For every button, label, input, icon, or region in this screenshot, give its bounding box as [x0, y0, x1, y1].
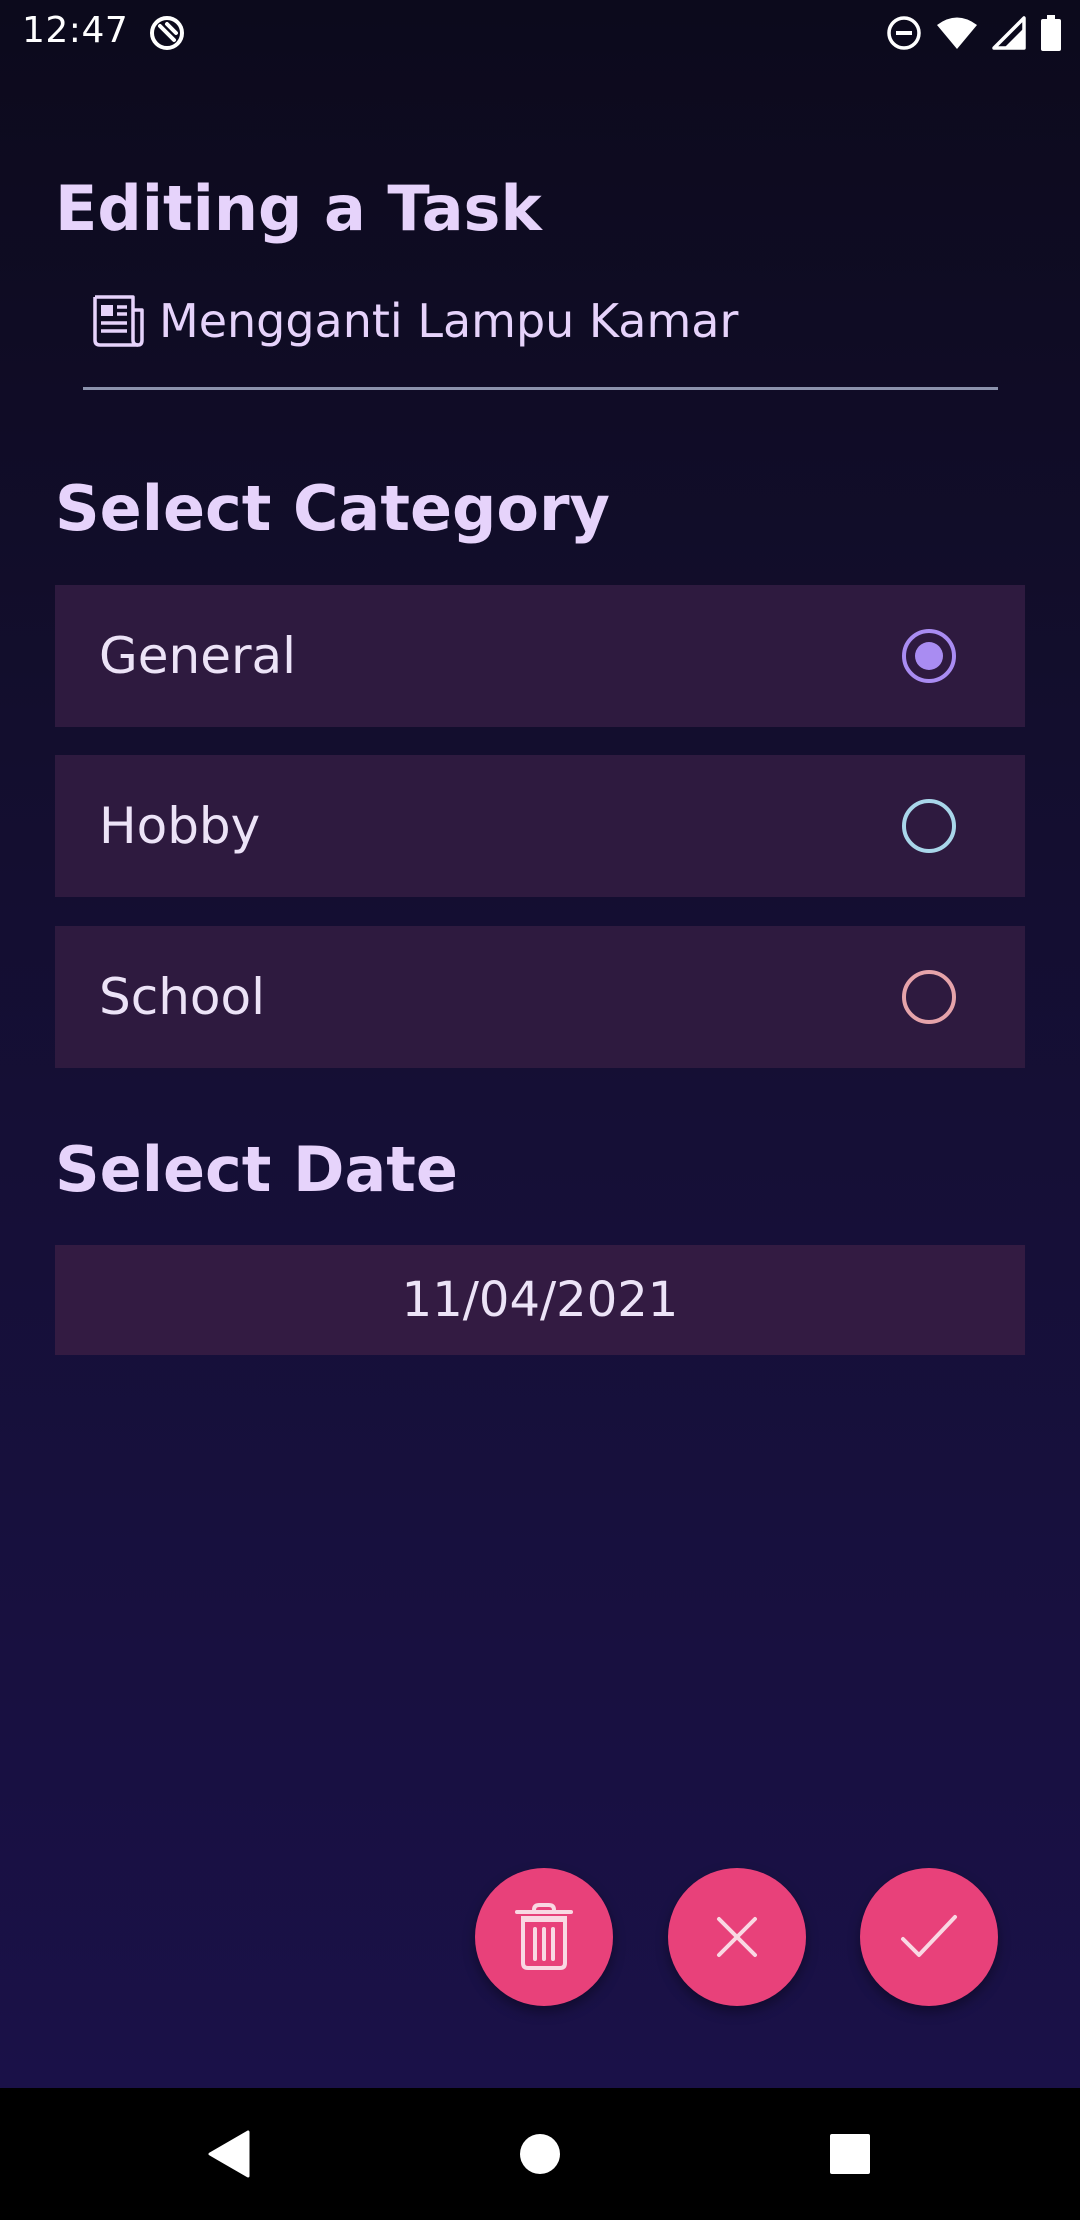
app-screen: 12:47 Editing a Task Mengganti Lampu Kam… [0, 0, 1080, 2088]
radio-selected-dot [915, 642, 943, 670]
home-circle-icon [520, 2134, 560, 2174]
category-option-school[interactable]: School [55, 926, 1025, 1068]
back-triangle-icon [208, 2130, 250, 2178]
confirm-button[interactable] [860, 1868, 998, 2006]
wifi-icon [937, 17, 977, 49]
check-icon [901, 1915, 957, 1957]
page-title: Editing a Task [55, 172, 542, 245]
trash-icon [515, 1903, 573, 1970]
battery-icon [1041, 15, 1061, 51]
task-name-input[interactable] [159, 288, 979, 354]
status-bar: 12:47 [0, 0, 1080, 66]
do-not-disturb-icon [887, 16, 921, 50]
category-heading: Select Category [55, 472, 610, 545]
date-picker-field[interactable]: 11/04/2021 [55, 1245, 1025, 1355]
recents-square-icon [830, 2134, 870, 2174]
back-button[interactable] [168, 2088, 288, 2220]
close-icon [717, 1917, 757, 1957]
document-icon [93, 295, 144, 347]
radio-button-school[interactable] [902, 970, 956, 1024]
category-label: General [99, 627, 297, 685]
radio-button-hobby[interactable] [902, 799, 956, 853]
cellular-signal-icon [992, 16, 1026, 50]
status-time: 12:47 [22, 10, 129, 51]
home-button[interactable] [480, 2088, 600, 2220]
status-icons [886, 14, 1062, 52]
category-label: Hobby [99, 797, 261, 855]
category-label: School [99, 968, 265, 1026]
category-option-general[interactable]: General [55, 585, 1025, 727]
radio-button-general[interactable] [902, 629, 956, 683]
cancel-button[interactable] [668, 1868, 806, 2006]
navigation-bar [0, 2088, 1080, 2220]
recents-button[interactable] [790, 2088, 910, 2220]
task-name-field[interactable] [83, 282, 998, 390]
date-heading: Select Date [55, 1133, 458, 1206]
delete-button[interactable] [475, 1868, 613, 2006]
app-notification-icon [150, 16, 184, 50]
category-option-hobby[interactable]: Hobby [55, 755, 1025, 897]
